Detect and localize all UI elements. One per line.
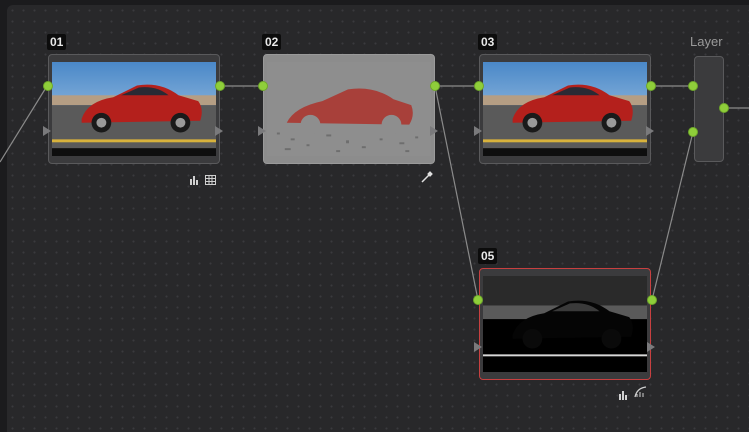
eyedropper-icon bbox=[421, 170, 433, 188]
node-01-key-input-port[interactable] bbox=[43, 126, 51, 136]
layer-mixer-input-port-1[interactable] bbox=[688, 81, 698, 91]
node-02-label: 02 bbox=[262, 34, 282, 50]
node-02-rgb-output-port[interactable] bbox=[430, 81, 440, 91]
node-03-label: 03 bbox=[478, 34, 498, 50]
node-03[interactable] bbox=[479, 54, 651, 164]
layer-mixer-input-port-2[interactable] bbox=[688, 127, 698, 137]
node-02-key-output-port[interactable] bbox=[430, 126, 438, 136]
node-02-thumbnail bbox=[267, 62, 431, 156]
node-05-key-input-port[interactable] bbox=[474, 342, 482, 352]
node-01-thumbnail bbox=[52, 62, 216, 156]
node-05-label: 05 bbox=[478, 248, 498, 264]
curves-icon bbox=[634, 385, 647, 403]
node-01-rgb-input-port[interactable] bbox=[43, 81, 53, 91]
node-02[interactable] bbox=[263, 54, 435, 164]
node-05-rgb-output-port[interactable] bbox=[647, 295, 657, 305]
node-05-thumbnail bbox=[483, 276, 647, 372]
layer-mixer-output-port[interactable] bbox=[719, 103, 729, 113]
node-02-rgb-input-port[interactable] bbox=[258, 81, 268, 91]
node-03-rgb-input-port[interactable] bbox=[474, 81, 484, 91]
node-03-key-input-port[interactable] bbox=[474, 126, 482, 136]
node-05[interactable] bbox=[479, 268, 651, 380]
node-01-key-output-port[interactable] bbox=[215, 126, 223, 136]
node-01-label: 01 bbox=[47, 34, 67, 50]
node-03-rgb-output-port[interactable] bbox=[646, 81, 656, 91]
node-03-thumbnail bbox=[483, 62, 647, 156]
node-01[interactable] bbox=[48, 54, 220, 164]
node-03-key-output-port[interactable] bbox=[646, 126, 654, 136]
node-05-key-output-port[interactable] bbox=[647, 342, 655, 352]
histogram-icon bbox=[190, 172, 200, 190]
node-01-rgb-output-port[interactable] bbox=[215, 81, 225, 91]
node-02-key-input-port[interactable] bbox=[258, 126, 266, 136]
node-05-rgb-input-port[interactable] bbox=[473, 295, 483, 305]
histogram-icon bbox=[619, 387, 629, 405]
layer-mixer-title: Layer bbox=[690, 34, 723, 49]
grid-icon bbox=[205, 172, 216, 190]
